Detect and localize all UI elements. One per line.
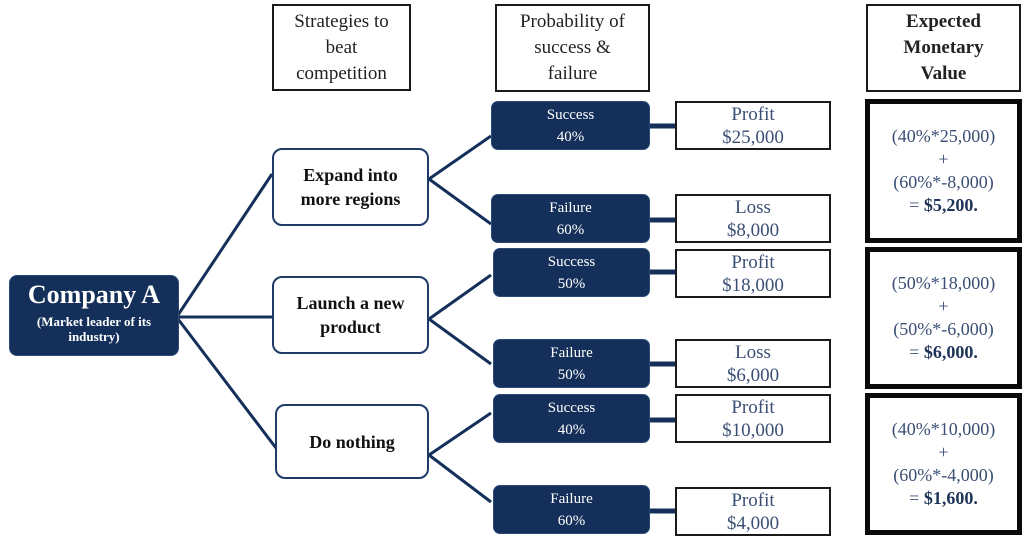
prob-value: 60% — [557, 513, 586, 529]
prob-value: 40% — [557, 422, 586, 438]
prob-label: Success — [547, 254, 596, 270]
outcome-type: Loss — [735, 197, 771, 218]
prob-value: 50% — [557, 276, 586, 292]
outcome-type: Profit — [731, 490, 775, 511]
strategy-label: Do nothing — [309, 431, 395, 452]
strategy-node-launch: Launch a new product — [272, 276, 429, 354]
outcome-type: Profit — [731, 104, 775, 125]
header-probability-line: failure — [547, 63, 598, 84]
header-strategies-line: Strategies to — [294, 10, 389, 32]
emv-term: (60%*-8,000) — [893, 172, 994, 192]
emv-term: (50%*-6,000) — [893, 319, 994, 339]
emv-equals: = — [909, 195, 924, 215]
emv-term: (40%*25,000) — [891, 126, 996, 146]
strategy-label: Expand into — [303, 165, 398, 185]
outcome-type: Profit — [731, 397, 775, 418]
prob-value: 60% — [556, 222, 585, 238]
connector-launch-failure — [428, 317, 492, 366]
prob-label: Success — [546, 107, 595, 123]
outcome-node-launch-failure: Loss $6,000 — [675, 339, 831, 388]
outcome-amount: $18,000 — [722, 275, 784, 296]
emv-result: $6,000. — [923, 342, 978, 362]
prob-label: Failure — [550, 491, 593, 507]
header-strategies-line: competition — [296, 62, 387, 84]
outcome-amount: $8,000 — [726, 220, 780, 241]
connector-nothing-failure — [428, 453, 492, 504]
strategy-label: product — [320, 317, 381, 337]
outcome-node-expand-failure: Loss $8,000 — [675, 194, 831, 243]
emv-box-launch: (50%*18,000) + (50%*-6,000) = $6,000. — [865, 247, 1022, 389]
outcome-type: Loss — [735, 342, 771, 363]
header-emv-line: Value — [920, 63, 967, 84]
connector-nothing-success — [428, 411, 492, 457]
prob-node-expand-success: Success 40% — [491, 101, 650, 150]
prob-node-launch-failure: Failure 50% — [493, 339, 650, 388]
outcome-node-expand-success: Profit $25,000 — [675, 101, 831, 150]
connector-root-expand — [176, 173, 274, 316]
emv-term: (60%*-4,000) — [893, 465, 994, 485]
prob-label: Success — [547, 400, 596, 416]
outcome-type: Profit — [731, 252, 775, 273]
header-probability-line: success & — [534, 37, 611, 58]
prob-value: 40% — [556, 129, 585, 145]
emv-term: (50%*18,000) — [891, 273, 996, 293]
connector-root-nothing — [176, 318, 278, 449]
outcome-node-nothing-failure: Profit $4,000 — [675, 487, 831, 536]
prob-node-nothing-success: Success 40% — [493, 394, 650, 443]
emv-result: $1,600. — [923, 488, 978, 508]
root-subtitle: (Market leader of its — [36, 314, 152, 329]
connector-launch-success — [428, 273, 492, 321]
header-strategies-line: beat — [325, 36, 358, 58]
header-emv-line: Monetary — [903, 37, 984, 58]
connector-expand-success — [428, 134, 492, 181]
strategy-node-expand: Expand into more regions — [272, 148, 429, 226]
root-title: Company A — [27, 280, 161, 309]
root-node-company-a: Company A (Market leader of its industry… — [9, 275, 179, 356]
outcome-node-nothing-success: Profit $10,000 — [675, 394, 831, 443]
outcome-amount: $25,000 — [722, 127, 784, 148]
header-emv-line: Expected — [906, 11, 981, 32]
strategy-label: more regions — [300, 189, 401, 209]
header-strategies: Strategies to beat competition — [272, 4, 411, 91]
outcome-amount: $10,000 — [722, 420, 784, 441]
emv-box-expand: (40%*25,000) + (60%*-8,000) = $5,200. — [865, 99, 1022, 243]
strategy-label: Launch a new — [296, 293, 405, 313]
emv-box-do-nothing: (40%*10,000) + (60%*-4,000) = $1,600. — [865, 393, 1022, 535]
prob-node-expand-failure: Failure 60% — [491, 194, 650, 243]
outcome-amount: $4,000 — [726, 513, 780, 534]
connector-expand-failure — [428, 177, 492, 226]
emv-plus: + — [938, 442, 949, 462]
prob-label: Failure — [549, 200, 592, 216]
root-subtitle: industry) — [68, 329, 120, 344]
emv-equals: = — [909, 488, 924, 508]
header-emv: Expected Monetary Value — [866, 4, 1021, 92]
emv-plus: + — [938, 296, 949, 316]
emv-term: (40%*10,000) — [891, 419, 996, 439]
outcome-amount: $6,000 — [726, 365, 780, 386]
header-probability-line: Probability of — [519, 11, 626, 32]
outcome-node-launch-success: Profit $18,000 — [675, 249, 831, 298]
emv-equals: = — [909, 342, 924, 362]
prob-label: Failure — [550, 345, 593, 361]
prob-value: 50% — [557, 367, 586, 383]
strategy-node-do-nothing: Do nothing — [275, 404, 429, 479]
emv-result: $5,200. — [923, 195, 978, 215]
prob-node-launch-success: Success 50% — [493, 248, 650, 297]
prob-node-nothing-failure: Failure 60% — [493, 485, 650, 534]
emv-plus: + — [938, 149, 949, 169]
header-probability: Probability of success & failure — [495, 4, 650, 92]
